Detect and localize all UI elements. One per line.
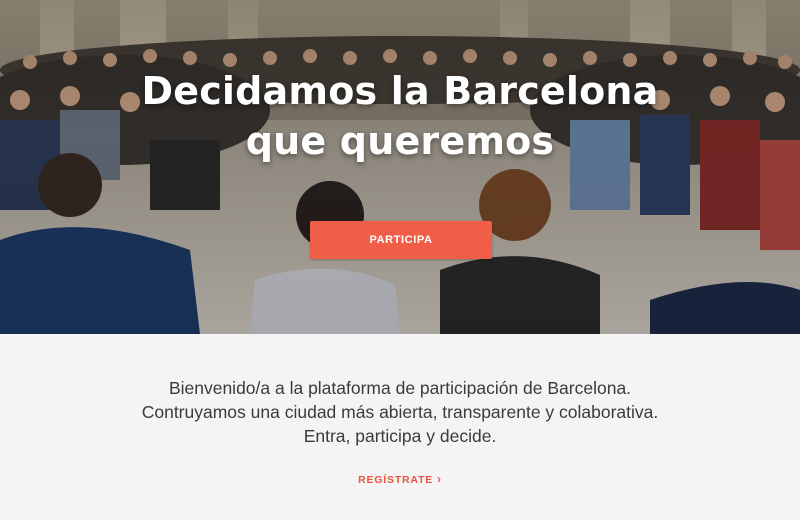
page: Decidamos la Barcelona que queremos PART…	[0, 0, 800, 520]
hero-title-line-2: que queremos	[245, 119, 555, 163]
intro-line-1: Bienvenido/a a la plataforma de particip…	[168, 378, 632, 398]
intro-line-2: Contruyamos una ciudad más abierta, tran…	[141, 402, 659, 422]
intro-section: Bienvenido/a a la plataforma de particip…	[0, 334, 800, 520]
register-link[interactable]: REGÍSTRATE ›	[0, 472, 800, 486]
intro-text: Bienvenido/a a la plataforma de particip…	[0, 376, 800, 448]
chevron-right-icon: ›	[437, 472, 442, 486]
hero-overlay	[0, 0, 800, 334]
participa-button[interactable]: PARTICIPA	[310, 221, 492, 259]
hero-title: Decidamos la Barcelona que queremos	[0, 66, 800, 166]
hero-banner: Decidamos la Barcelona que queremos PART…	[0, 0, 800, 334]
intro-line-3: Entra, participa y decide.	[303, 426, 497, 446]
hero-title-line-1: Decidamos la Barcelona	[141, 69, 659, 113]
register-link-label: REGÍSTRATE	[358, 474, 434, 486]
